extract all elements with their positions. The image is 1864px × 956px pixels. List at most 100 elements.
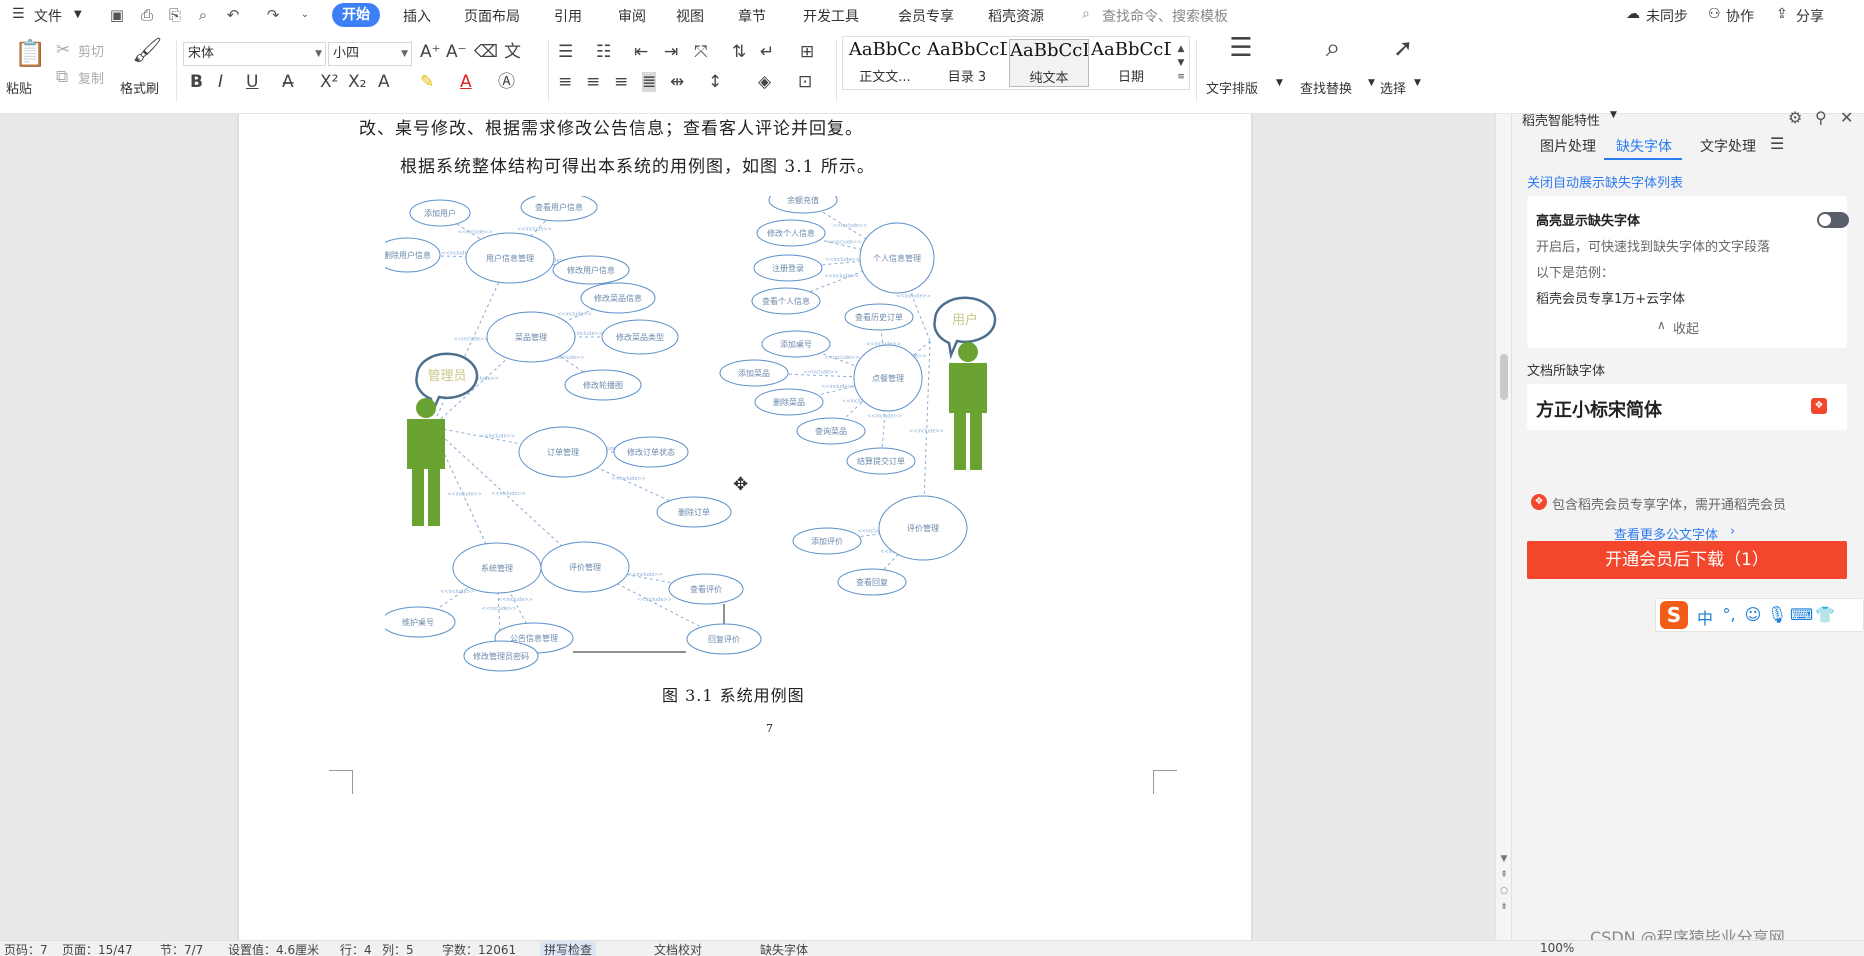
document-page[interactable]: 改、桌号修改、根据需求修改公告信息；查看客人评论并回复。 根据系统整体结构可得出… <box>239 114 1251 940</box>
print-icon[interactable]: ⎘ <box>166 6 184 24</box>
style-date[interactable]: AaBbCcDd日期 <box>1091 39 1171 87</box>
subscript-icon[interactable]: X₂ <box>348 72 366 92</box>
pin-icon[interactable]: ⚲ <box>1815 108 1827 127</box>
show-marks-icon[interactable]: ↵ <box>760 42 774 62</box>
status-page[interactable]: 页码：7 <box>4 941 48 956</box>
decrease-indent-icon[interactable]: ⇤ <box>634 42 648 62</box>
collab-button[interactable]: 协作 <box>1726 6 1754 26</box>
use-case[interactable]: 菜品管理 <box>486 311 576 363</box>
chevron-down-icon[interactable]: ⌄ <box>296 6 314 24</box>
settings-icon[interactable]: ⚙ <box>1788 108 1802 127</box>
tab-stops-icon[interactable]: ⊞ <box>800 42 814 62</box>
chevron-down-icon[interactable]: ▼ <box>1610 110 1617 120</box>
tab-home[interactable]: 开始 <box>332 3 380 27</box>
punctuation-icon[interactable]: °, <box>1718 605 1740 624</box>
scrollbar-thumb[interactable] <box>1500 354 1508 400</box>
font-size-select[interactable]: 小四 ▼ <box>328 42 412 66</box>
use-case[interactable]: 删除菜品 <box>754 388 824 416</box>
use-case[interactable]: 回复评价 <box>686 623 762 655</box>
keyboard-icon[interactable]: ⌨ <box>1790 605 1813 624</box>
line-spacing-icon[interactable]: ↕ <box>708 72 722 92</box>
file-menu[interactable]: 文件 <box>34 6 62 26</box>
format-painter-button[interactable]: 格式刷 <box>120 78 159 97</box>
chevron-right-icon[interactable]: › <box>1730 524 1735 539</box>
underline-icon[interactable]: U <box>246 72 258 92</box>
more-fonts-link[interactable]: 查看更多公文字体 <box>1614 524 1718 543</box>
numbered-list-icon[interactable]: ☷ <box>596 42 611 62</box>
strikethrough-icon[interactable]: A̶ <box>282 72 294 92</box>
use-case[interactable]: 修改个人信息 <box>756 219 826 247</box>
text-layout-button[interactable]: 文字排版 <box>1206 78 1258 97</box>
shrink-font-icon[interactable]: A⁻ <box>446 42 467 62</box>
chinese-layout-icon[interactable]: ⤧ <box>694 42 708 62</box>
use-case[interactable]: 修改轮播图 <box>564 369 642 401</box>
skin-icon[interactable]: 👕 <box>1814 605 1836 624</box>
bullet-list-icon[interactable]: ☰ <box>558 42 573 62</box>
tab-chapter[interactable]: 章节 <box>738 6 766 26</box>
actor[interactable]: 用户 <box>933 296 997 470</box>
status-words[interactable]: 字数：12061 <box>442 941 516 956</box>
redo-icon[interactable]: ↷ <box>264 6 282 24</box>
ime-toolbar[interactable]: S 中 °, ☺ 🎙 ⌨ 👕 <box>1655 598 1864 632</box>
highlight-toggle[interactable] <box>1817 212 1849 228</box>
cut-button[interactable]: 剪切 <box>78 41 104 60</box>
use-case[interactable]: 修改订单状态 <box>613 436 689 468</box>
align-left-icon[interactable]: ≡ <box>558 72 572 92</box>
panel-tab-text[interactable]: 文字处理 <box>1700 136 1756 156</box>
clear-format-icon[interactable]: ⌫ <box>474 42 498 62</box>
body-text-line[interactable]: 根据系统整体结构可得出本系统的用例图，如图 3.1 所示。 <box>400 152 875 177</box>
select-button[interactable]: 选择 <box>1380 78 1406 97</box>
use-case[interactable]: 结算提交订单 <box>846 447 916 475</box>
tab-view[interactable]: 视图 <box>676 6 704 26</box>
use-case[interactable]: 点餐管理 <box>853 344 923 412</box>
missing-font-card[interactable]: 方正小标宋简体 ❖ <box>1527 384 1847 430</box>
undo-icon[interactable]: ↶ <box>224 6 242 24</box>
status-pages[interactable]: 页面：15/47 <box>62 941 133 956</box>
style-plain-text[interactable]: AaBbCcI 纯文本 <box>1009 39 1089 87</box>
export-pdf-icon[interactable]: ⎙ <box>138 6 156 24</box>
tab-member[interactable]: 会员专享 <box>898 6 954 26</box>
missing-font-status[interactable]: 缺失字体 <box>760 941 808 956</box>
scroll-down-icon[interactable]: ▼ <box>1498 854 1510 864</box>
tab-references[interactable]: 引用 <box>554 6 582 26</box>
copy-button[interactable]: 复制 <box>78 68 104 87</box>
chevron-up-icon[interactable]: ∧ <box>1657 318 1666 332</box>
use-case[interactable]: 删除订单 <box>656 496 732 528</box>
zoom-level[interactable]: 100% <box>1540 941 1574 955</box>
tab-page-layout[interactable]: 页面布局 <box>464 6 520 26</box>
panel-tab-missing-fonts[interactable]: 缺失字体 <box>1616 136 1672 156</box>
emoji-icon[interactable]: ☺ <box>1742 605 1764 624</box>
bold-icon[interactable]: B <box>190 72 203 92</box>
tab-review[interactable]: 审阅 <box>618 6 646 26</box>
use-case[interactable]: 余额充值 <box>768 196 838 214</box>
menu-icon[interactable]: ☰ <box>1770 134 1784 153</box>
next-page-icon[interactable]: ⇟ <box>1498 902 1510 912</box>
use-case[interactable]: 注册登录 <box>753 254 823 282</box>
spell-check-button[interactable]: 拼写检查 <box>540 941 597 956</box>
use-case[interactable]: 添加用户 <box>409 199 471 227</box>
shading-icon[interactable]: ◈ <box>758 72 771 92</box>
use-case[interactable]: 评价管理 <box>540 541 630 593</box>
body-text-line[interactable]: 改、桌号修改、根据需求修改公告信息；查看客人评论并回复。 <box>359 114 863 139</box>
superscript-icon[interactable]: X² <box>320 72 338 92</box>
use-case[interactable]: 查看历史订单 <box>844 303 914 331</box>
actor[interactable]: 管理员 <box>407 352 479 526</box>
distribute-icon[interactable]: ⇹ <box>670 72 684 92</box>
format-painter-icon[interactable]: 🖌 <box>132 38 162 62</box>
sync-status[interactable]: 未同步 <box>1646 6 1688 26</box>
proofread-button[interactable]: 文档校对 <box>654 941 702 956</box>
sort-icon[interactable]: ⇅ <box>732 42 746 62</box>
use-case[interactable]: 修改菜品信息 <box>580 282 656 314</box>
panel-tab-image[interactable]: 图片处理 <box>1540 136 1596 156</box>
highlight-icon[interactable]: ✎ <box>420 72 434 92</box>
use-case[interactable]: 查看评价 <box>668 573 744 605</box>
use-case[interactable]: 系统管理 <box>452 542 542 594</box>
more-styles-icon[interactable]: ≡ <box>1175 67 1187 87</box>
use-case[interactable]: 维护桌号 <box>385 606 456 638</box>
use-case[interactable]: 用户信息管理 <box>465 232 555 284</box>
text-effect-icon[interactable]: A <box>378 72 390 92</box>
grow-font-icon[interactable]: A⁺ <box>420 42 441 62</box>
use-case[interactable]: 添加桌号 <box>761 330 831 358</box>
save-icon[interactable]: ▣ <box>108 6 126 24</box>
use-case[interactable]: 查看个人信息 <box>751 287 821 315</box>
